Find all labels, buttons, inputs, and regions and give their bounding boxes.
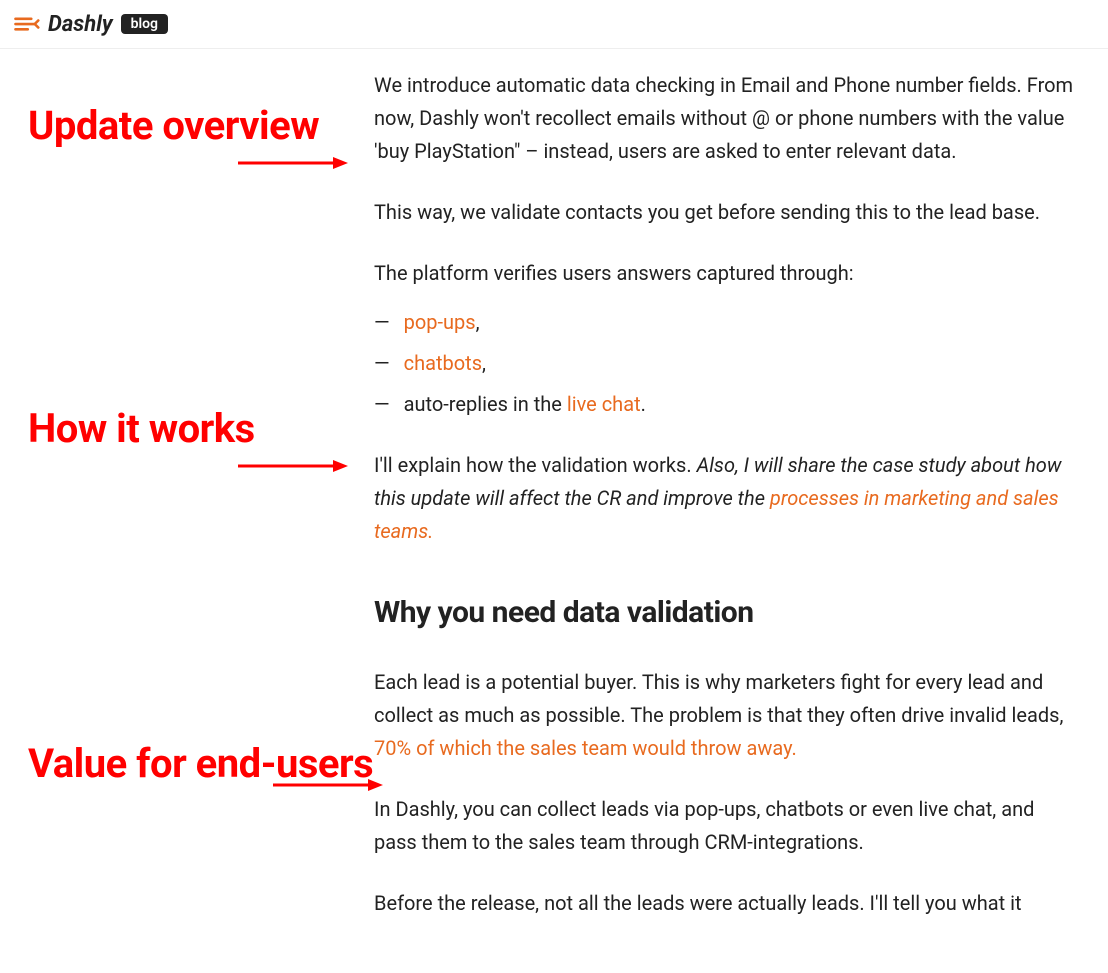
link-chatbots[interactable]: chatbots — [404, 351, 482, 375]
article-body: We introduce automatic data checking in … — [374, 69, 1074, 920]
text-pre: auto-replies in the — [404, 392, 567, 416]
blog-badge[interactable]: blog — [121, 14, 168, 34]
text: I'll explain how the validation works. — [374, 453, 697, 477]
text: Each lead is a potential buyer. This is … — [374, 670, 1063, 727]
paragraph: This way, we validate contacts you get b… — [374, 196, 1074, 229]
paragraph: Each lead is a potential buyer. This is … — [374, 666, 1074, 765]
list-item-text: pop-ups, — [404, 306, 480, 339]
arrow-icon — [273, 760, 383, 780]
site-header: Dashly blog — [0, 0, 1108, 49]
list-item: — pop-ups, — [374, 306, 1074, 339]
link-seventy-percent[interactable]: 70% of which the sales team would throw … — [374, 736, 797, 760]
annotation-label: How it works — [28, 405, 255, 452]
paragraph: In Dashly, you can collect leads via pop… — [374, 793, 1074, 859]
content-area: Update overview How it works Value for e… — [0, 49, 1108, 920]
list-item-text: chatbots, — [404, 347, 486, 380]
heading-why: Why you need data validation — [374, 588, 1074, 638]
list: — pop-ups, — chatbots, — auto-replies in… — [374, 306, 1074, 421]
paragraph: I'll explain how the validation works. A… — [374, 449, 1074, 548]
dash-icon: — — [374, 306, 390, 339]
text-tail: , — [482, 351, 486, 375]
paragraph: The platform verifies users answers capt… — [374, 257, 1074, 290]
brand-text[interactable]: Dashly — [48, 12, 113, 37]
text-tail: . — [641, 392, 646, 416]
link-popups[interactable]: pop-ups — [404, 310, 476, 334]
paragraph: We introduce automatic data checking in … — [374, 69, 1074, 168]
arrow-icon — [238, 138, 348, 158]
list-item: — chatbots, — [374, 347, 1074, 380]
text-tail: , — [476, 310, 480, 334]
dash-icon: — — [374, 347, 390, 380]
dashly-logo-icon[interactable] — [12, 10, 40, 38]
list-item-text: auto-replies in the live chat. — [404, 388, 646, 421]
dash-icon: — — [374, 388, 390, 421]
paragraph: Before the release, not all the leads we… — [374, 887, 1074, 920]
link-livechat[interactable]: live chat — [567, 392, 641, 416]
annotation-update-overview: Update overview — [28, 104, 319, 148]
annotation-how-it-works: How it works — [28, 407, 255, 451]
list-item: — auto-replies in the live chat. — [374, 388, 1074, 421]
arrow-icon — [238, 441, 348, 461]
annotation-value-end-users: Value for end-users — [28, 742, 373, 786]
